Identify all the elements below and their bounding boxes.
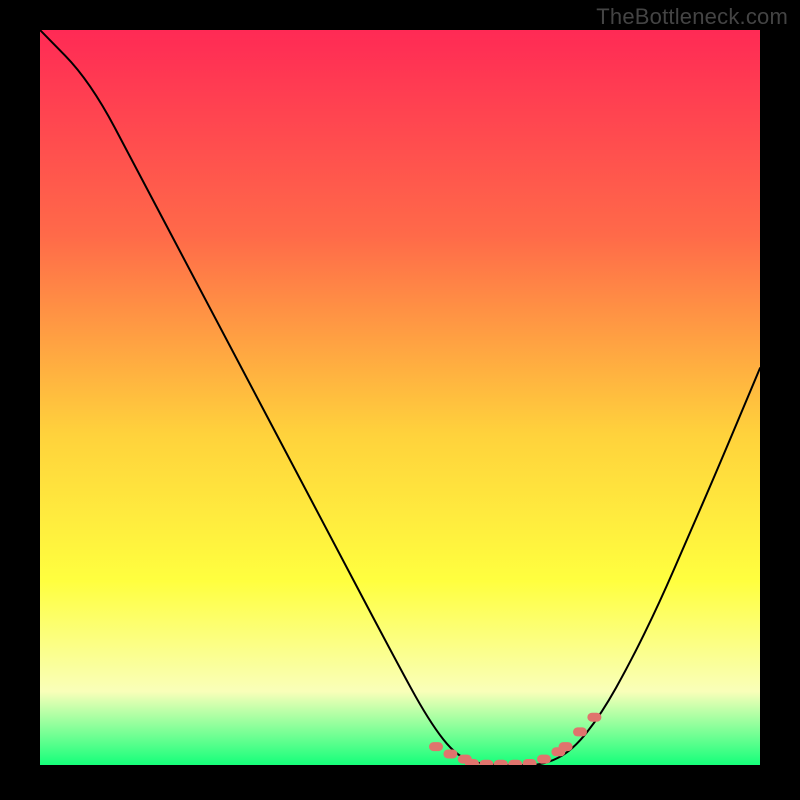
curve-marker [587, 713, 601, 722]
curve-marker [494, 760, 508, 765]
curve-marker [537, 755, 551, 764]
curve-marker [465, 759, 479, 765]
curve-marker [479, 760, 493, 765]
curve-marker [429, 742, 443, 751]
chart-svg [40, 30, 760, 765]
gradient-background [40, 30, 760, 765]
curve-marker [573, 727, 587, 736]
curve-marker [559, 742, 573, 751]
curve-marker [508, 760, 522, 765]
watermark-text: TheBottleneck.com [596, 4, 788, 30]
chart-container [40, 30, 760, 765]
curve-marker [523, 759, 537, 765]
curve-marker [443, 749, 457, 758]
